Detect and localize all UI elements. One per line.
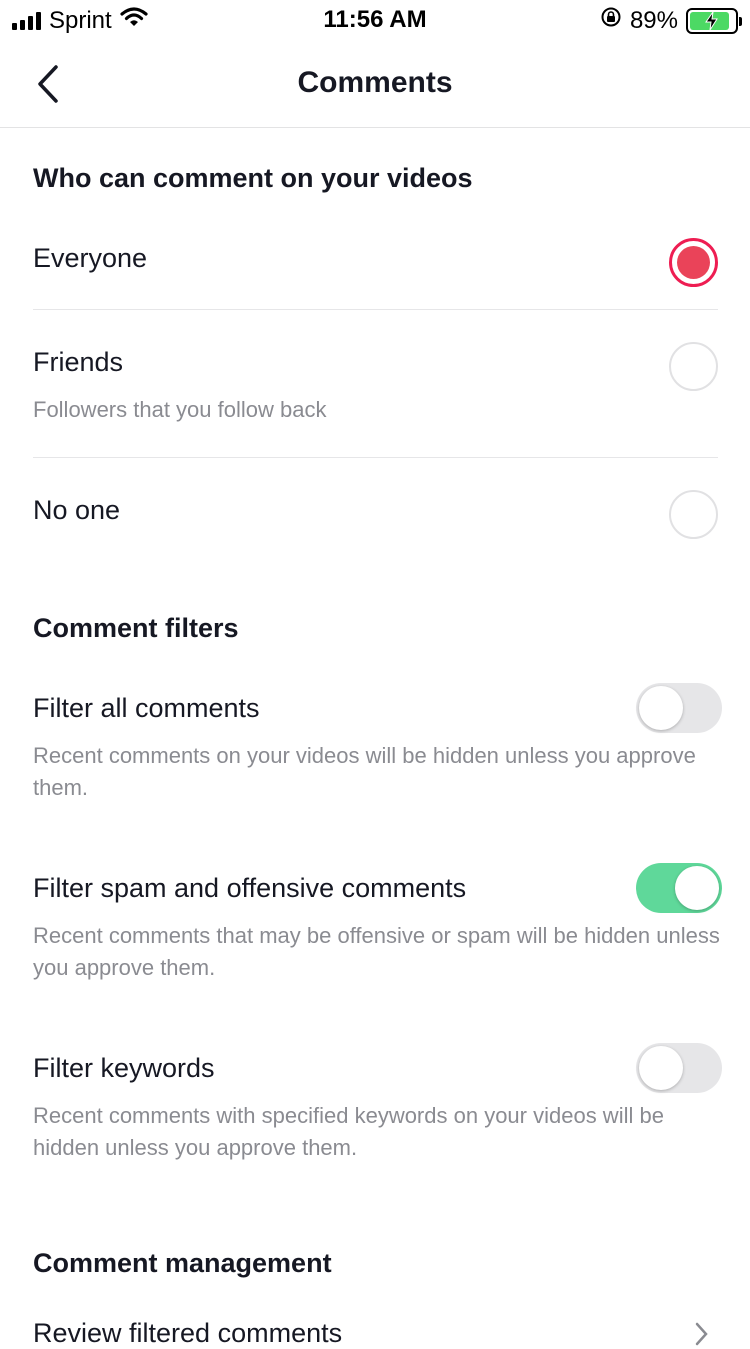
filter-description: Recent comments on your videos will be h…: [33, 743, 696, 800]
section-title-comment-filters: Comment filters: [33, 613, 239, 643]
option-label: Everyone: [33, 243, 148, 273]
status-right: 89%: [600, 6, 742, 35]
status-bar: Sprint 11:56 AM 89%: [0, 0, 750, 40]
chevron-right-icon: [695, 1322, 708, 1346]
divider: [33, 457, 718, 458]
filter-description: Recent comments that may be offensive or…: [33, 923, 720, 980]
filter-label: Filter spam and offensive comments: [33, 873, 467, 903]
battery-charging-icon: [686, 7, 742, 34]
filter-label: Filter all comments: [33, 693, 260, 723]
divider: [33, 309, 718, 310]
filter-all-comments-toggle[interactable]: [636, 683, 722, 733]
rotation-lock-icon: [600, 6, 622, 35]
section-title-comment-management: Comment management: [33, 1248, 332, 1278]
filter-keywords-toggle[interactable]: [636, 1043, 722, 1093]
option-label: Friends: [33, 347, 124, 377]
battery-percent: 89%: [629, 6, 678, 34]
filter-spam-toggle[interactable]: [636, 863, 722, 913]
radio-button[interactable]: [669, 342, 718, 391]
option-label: No one: [33, 495, 121, 525]
page-title: Comments: [297, 66, 453, 99]
option-description: Followers that you follow back: [33, 397, 327, 422]
radio-button[interactable]: [669, 238, 718, 287]
filter-label: Filter keywords: [33, 1053, 215, 1083]
navigation-bar: Comments: [0, 40, 750, 128]
filter-description: Recent comments with specified keywords …: [33, 1103, 664, 1160]
radio-button[interactable]: [669, 490, 718, 539]
section-title-who-can-comment: Who can comment on your videos: [33, 163, 473, 193]
